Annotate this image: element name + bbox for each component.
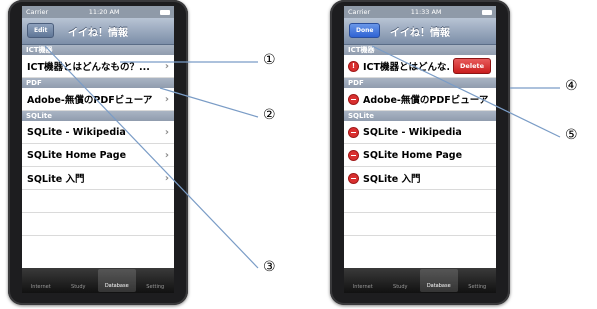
right-phone-frame: Carrier 11:33 AM Done イイね！情報 ICT機器 ! ICT… [330, 0, 510, 305]
tab-setting[interactable]: Setting [137, 268, 175, 293]
list-item-label: SQLite Home Page [363, 149, 463, 161]
battery-icon [482, 9, 492, 15]
tab-database[interactable]: Database [98, 269, 136, 292]
callout-3: ③ [263, 259, 276, 275]
carrier-label: Carrier [348, 8, 371, 16]
edit-button[interactable]: Edit [27, 23, 55, 38]
navigation-bar: Done イイね！情報 [344, 18, 496, 45]
callout-4: ④ [565, 78, 578, 94]
empty-row: . [344, 190, 496, 213]
chevron-right-icon: › [164, 60, 169, 72]
clock-label: 11:33 AM [410, 8, 442, 16]
status-bar: Carrier 11:20 AM [22, 6, 174, 18]
list-item[interactable]: Adobe-無償のPDFビューア [344, 88, 496, 111]
tab-setting[interactable]: Setting [459, 268, 497, 293]
chevron-right-icon: › [164, 172, 169, 184]
minus-circle-icon[interactable] [349, 127, 358, 137]
minus-circle-icon[interactable] [349, 94, 358, 104]
tab-database[interactable]: Database [420, 269, 458, 292]
section-header-ict: ICT機器 [22, 45, 174, 55]
tab-bar: Internet Study Database Setting [344, 268, 496, 293]
left-phone-screen: Carrier 11:20 AM Edit イイね！情報 ICT機器 ICT機器… [22, 6, 174, 293]
list-item-label: ICT機器とはどんな... [363, 62, 450, 73]
list-item[interactable]: ICT機器とはどんなもの？... › [22, 55, 174, 78]
navigation-bar: Edit イイね！情報 [22, 18, 174, 45]
list-item-label: SQLite - Wikipedia [363, 126, 462, 138]
list-item[interactable]: SQLite 入門 [344, 167, 496, 190]
section-header-sqlite: SQLite [22, 111, 174, 121]
right-phone-screen: Carrier 11:33 AM Done イイね！情報 ICT機器 ! ICT… [344, 6, 496, 293]
chevron-right-icon: › [164, 126, 169, 138]
minus-circle-icon[interactable] [349, 173, 358, 183]
nav-title: イイね！情報 [390, 27, 450, 39]
section-header-ict: ICT機器 [344, 45, 496, 55]
carrier-label: Carrier [26, 8, 49, 16]
section-header-sqlite: SQLite [344, 111, 496, 121]
tab-internet[interactable]: Internet [22, 268, 60, 293]
delete-button[interactable]: Delete [453, 58, 491, 74]
tab-bar: Internet Study Database Setting [22, 268, 174, 293]
tab-internet[interactable]: Internet [344, 268, 382, 293]
callout-2: ② [263, 107, 276, 123]
chevron-right-icon: › [164, 149, 169, 161]
battery-icon [160, 9, 170, 15]
section-header-pdf: PDF [22, 78, 174, 88]
status-bar: Carrier 11:33 AM [344, 6, 496, 18]
left-phone-frame: Carrier 11:20 AM Edit イイね！情報 ICT機器 ICT機器… [8, 0, 188, 305]
empty-row: . [22, 190, 174, 213]
callout-5: ⑤ [565, 127, 578, 143]
empty-row: . [22, 213, 174, 236]
list-item-label: SQLite 入門 [27, 174, 85, 185]
list-item[interactable]: SQLite 入門 › [22, 167, 174, 190]
nav-title: イイね！情報 [68, 27, 128, 39]
empty-row: . [344, 213, 496, 236]
list-item-label: Adobe-無償のPDFビューア [27, 95, 153, 106]
list-item-label: SQLite 入門 [363, 174, 421, 185]
list-item[interactable]: SQLite - Wikipedia › [22, 121, 174, 144]
done-button[interactable]: Done [349, 23, 381, 38]
minus-circle-icon[interactable] [349, 150, 358, 160]
clock-label: 11:20 AM [88, 8, 120, 16]
list-item[interactable]: SQLite Home Page [344, 144, 496, 167]
list-item[interactable]: ! ICT機器とはどんな... Delete [344, 55, 496, 78]
tab-study[interactable]: Study [382, 268, 420, 293]
list-item-label: Adobe-無償のPDFビューア [363, 95, 489, 106]
list-item[interactable]: Adobe-無償のPDFビューア › [22, 88, 174, 111]
delete-confirm-icon[interactable]: ! [349, 61, 358, 71]
chevron-right-icon: › [164, 93, 169, 105]
tab-study[interactable]: Study [60, 268, 98, 293]
list-item-label: SQLite - Wikipedia [27, 126, 126, 138]
list-item[interactable]: SQLite Home Page › [22, 144, 174, 167]
list-item[interactable]: SQLite - Wikipedia [344, 121, 496, 144]
list-item-label: ICT機器とはどんなもの？... [27, 62, 150, 73]
section-header-pdf: PDF [344, 78, 496, 88]
callout-1: ① [263, 52, 276, 68]
list-item-label: SQLite Home Page [27, 149, 127, 161]
